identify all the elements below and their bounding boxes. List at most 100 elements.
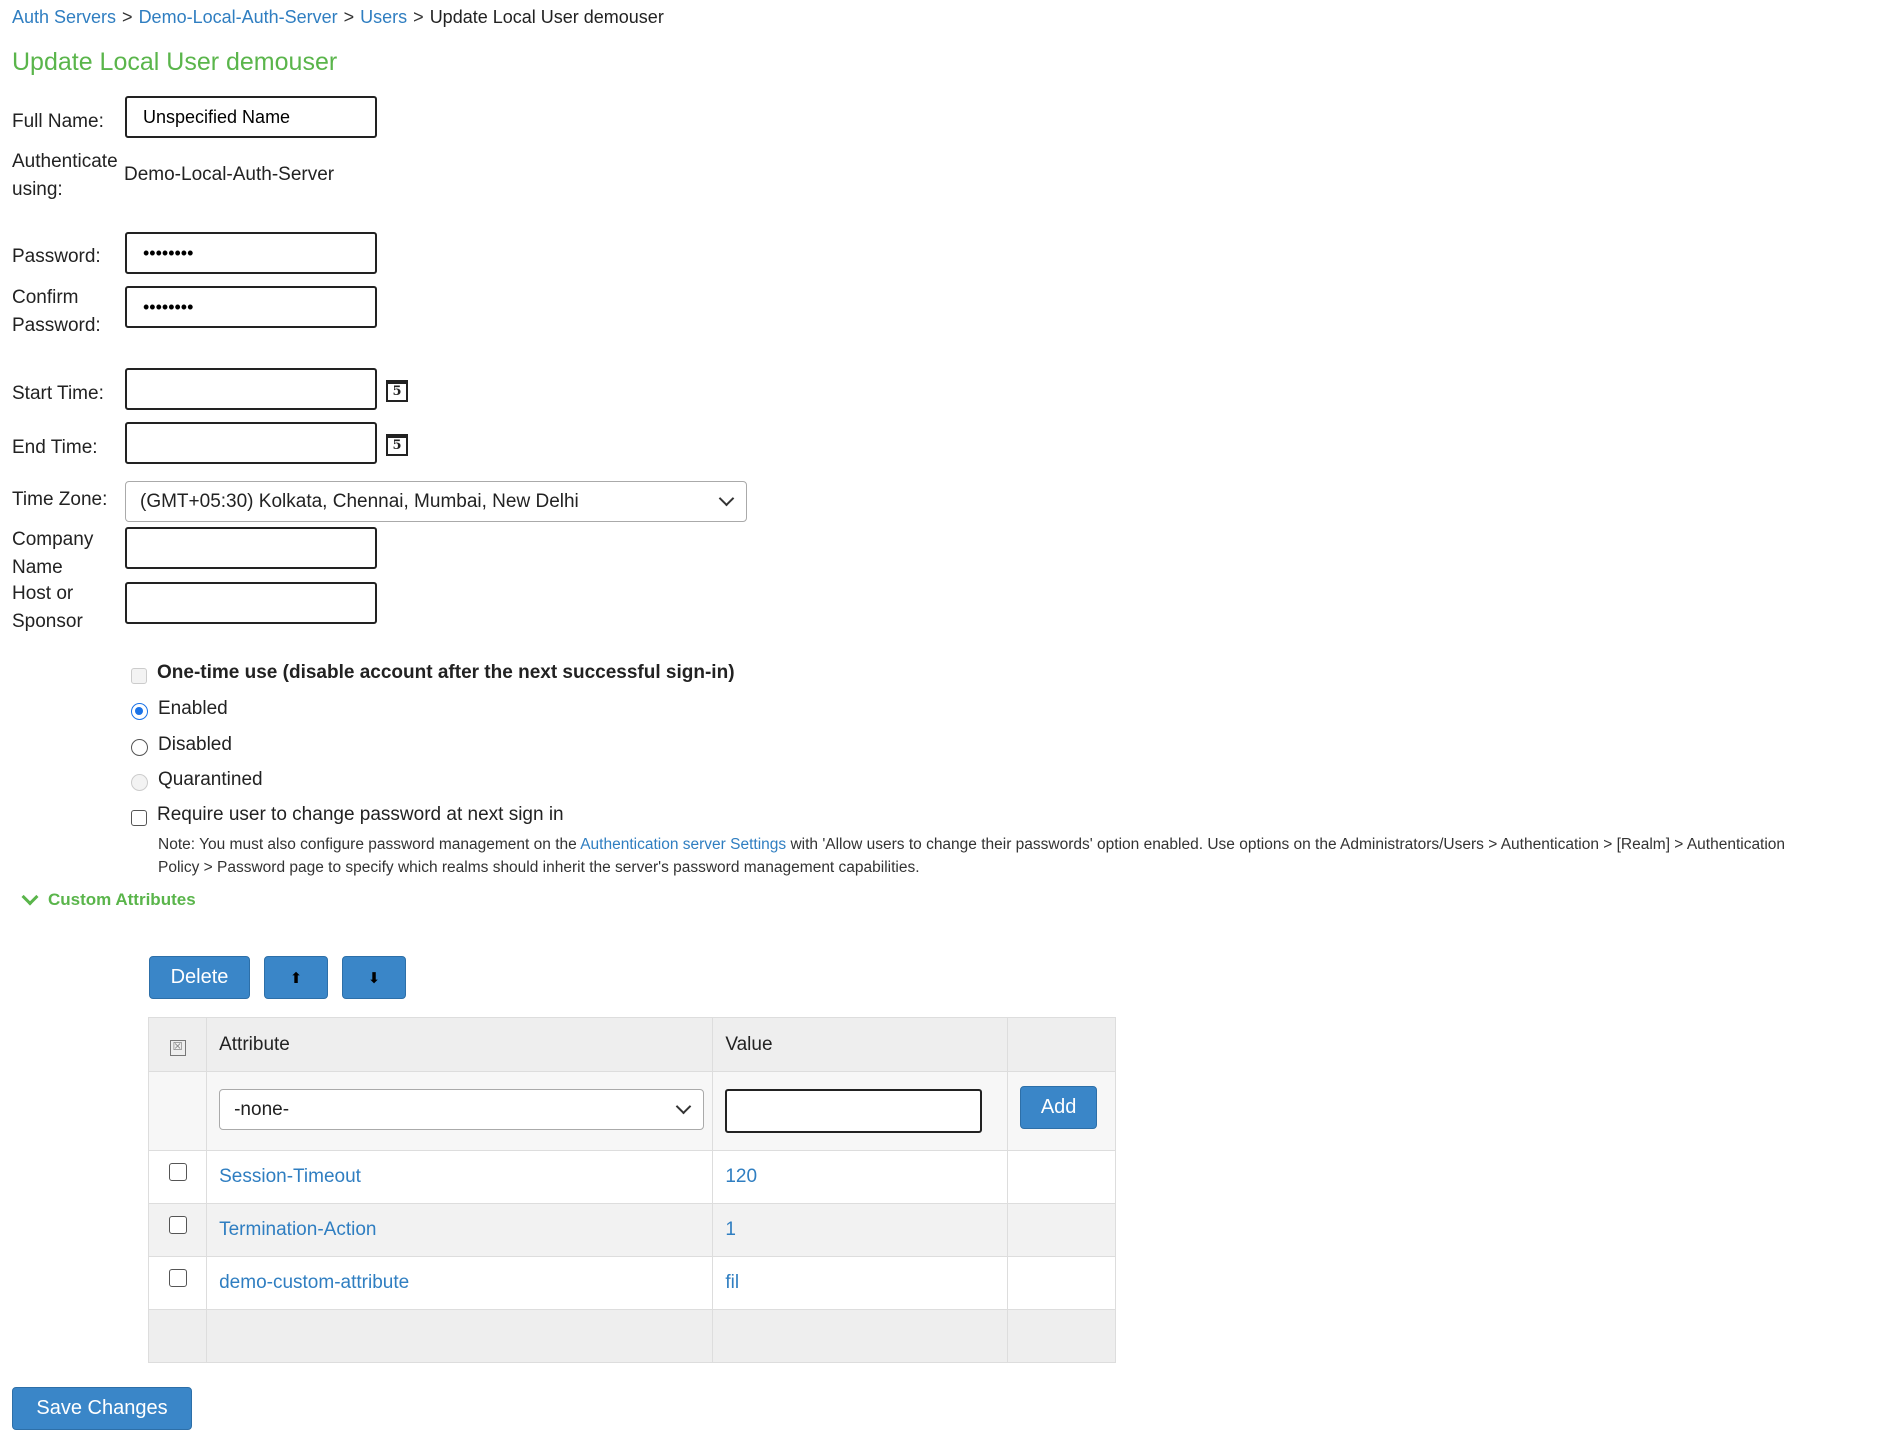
new-attribute-selected: -none- [234,1098,290,1120]
delete-button[interactable]: Delete [149,956,250,999]
breadcrumb-current: Update Local User demouser [429,7,664,27]
company-name-input[interactable] [125,527,377,569]
company-name-label: Company Name [12,526,93,582]
move-up-button[interactable]: ⬆ [264,956,328,999]
confirm-password-label-line2: Password: [12,315,101,336]
select-all-icon[interactable]: ☒ [169,1039,186,1056]
value-cell: 1 [712,1203,1009,1257]
require-change-label: Require user to change password at next … [157,804,564,825]
arrow-down-icon: ⬇ [367,969,381,987]
require-change-option[interactable]: Require user to change password at next … [131,804,564,826]
time-zone-label: Time Zone: [12,489,108,510]
new-row-spacer [147,1071,208,1151]
authenticate-label-line2: using: [12,179,63,200]
authenticate-using-value: Demo-Local-Auth-Server [124,164,335,185]
attribute-cell: demo-custom-attribute [206,1256,714,1310]
calendar-icon[interactable]: 5 [386,380,408,402]
status-disabled-option[interactable]: Disabled [131,733,232,756]
row-checkbox[interactable] [168,1215,187,1234]
status-enabled-label: Enabled [158,697,228,719]
save-changes-button[interactable]: Save Changes [12,1387,192,1430]
status-disabled-radio[interactable] [131,739,148,756]
attribute-link[interactable]: Termination-Action [219,1219,376,1240]
status-enabled-radio[interactable] [131,703,148,720]
company-name-label-line1: Company [12,529,94,550]
time-zone-select[interactable]: (GMT+05:30) Kolkata, Chennai, Mumbai, Ne… [125,481,747,522]
table-row: demo-custom-attribute fil [147,1256,1116,1310]
breadcrumb: Auth Servers > Demo-Local-Auth-Server > User… [12,7,664,28]
value-column-header: Value [712,1017,1009,1072]
arrow-up-icon: ⬆ [289,969,303,987]
custom-attributes-label: Custom Attributes [48,890,196,909]
require-change-checkbox[interactable] [131,810,147,826]
footer-cell [147,1309,208,1363]
add-button[interactable]: Add [1020,1086,1098,1129]
chevron-down-icon [21,888,39,906]
new-attribute-row: -none- Add [147,1071,1116,1151]
host-sponsor-label-line1: Host or [12,583,74,604]
attribute-cell: Termination-Action [206,1203,714,1257]
value-link[interactable]: 120 [725,1166,757,1187]
status-quarantined-option: Quarantined [131,768,263,791]
action-column-header [1007,1017,1116,1072]
start-time-label: Start Time: [12,383,104,404]
footer-cell [712,1309,1009,1363]
empty-cell [1007,1256,1116,1310]
attribute-cell: Session-Timeout [206,1150,714,1204]
row-checkbox[interactable] [168,1268,187,1287]
note-prefix: Note: You must also configure password m… [158,836,581,853]
move-down-button[interactable]: ⬇ [342,956,406,999]
empty-cell [1007,1203,1116,1257]
confirm-password-label-line1: Confirm [12,287,79,308]
row-checkbox[interactable] [168,1162,187,1181]
status-enabled-option[interactable]: Enabled [131,697,228,720]
table-row: Session-Timeout 120 [147,1150,1116,1204]
one-time-use-checkbox[interactable] [131,668,147,684]
host-sponsor-input[interactable] [125,582,377,624]
confirm-password-input[interactable] [125,286,377,328]
start-time-input[interactable] [125,368,377,410]
end-time-input[interactable] [125,422,377,464]
confirm-password-label: Confirm Password: [12,284,101,340]
chevron-down-icon [718,490,735,507]
new-value-input[interactable] [725,1089,983,1133]
new-attribute-cell: -none- [206,1071,714,1151]
breadcrumb-demo-local-auth-server[interactable]: Demo-Local-Auth-Server [139,7,338,27]
breadcrumb-users[interactable]: Users [360,7,407,27]
custom-attributes-table: ☒ Attribute Value -none- Add Session-Tim… [147,1017,1116,1363]
footer-cell [1007,1309,1116,1363]
attribute-link[interactable]: demo-custom-attribute [219,1272,409,1293]
calendar-icon[interactable]: 5 [386,434,408,456]
page-title: Update Local User demouser [12,48,338,76]
value-cell: 120 [712,1150,1009,1204]
breadcrumb-separator: > [343,7,355,27]
auth-server-settings-link[interactable]: Authentication server Settings [580,836,786,853]
full-name-label: Full Name: [12,111,104,132]
password-input[interactable] [125,232,377,274]
password-label: Password: [12,246,101,267]
custom-attributes-toggle[interactable]: Custom Attributes [21,888,196,910]
table-header-row: ☒ Attribute Value [147,1017,1116,1072]
host-sponsor-label: Host or Sponsor [12,580,83,636]
attribute-link[interactable]: Session-Timeout [219,1166,361,1187]
status-quarantined-label: Quarantined [158,768,263,790]
breadcrumb-auth-servers[interactable]: Auth Servers [12,7,116,27]
end-time-label: End Time: [12,437,98,458]
value-link[interactable]: fil [725,1272,739,1293]
chevron-down-icon [675,1098,692,1115]
status-disabled-label: Disabled [158,733,232,755]
one-time-use-label: One-time use (disable account after the … [157,662,735,683]
value-link[interactable]: 1 [725,1219,736,1240]
attribute-column-header: Attribute [206,1017,714,1072]
table-row: Termination-Action 1 [147,1203,1116,1257]
company-name-label-line2: Name [12,557,63,578]
status-quarantined-radio [131,774,148,791]
full-name-input[interactable] [125,96,377,138]
footer-cell [206,1309,714,1363]
new-attribute-select[interactable]: -none- [219,1089,705,1130]
password-management-note: Note: You must also configure password m… [158,833,1798,879]
breadcrumb-separator: > [413,7,424,27]
one-time-use-option: One-time use (disable account after the … [131,662,735,684]
select-all-header[interactable]: ☒ [147,1017,208,1072]
table-footer-row [147,1309,1116,1363]
